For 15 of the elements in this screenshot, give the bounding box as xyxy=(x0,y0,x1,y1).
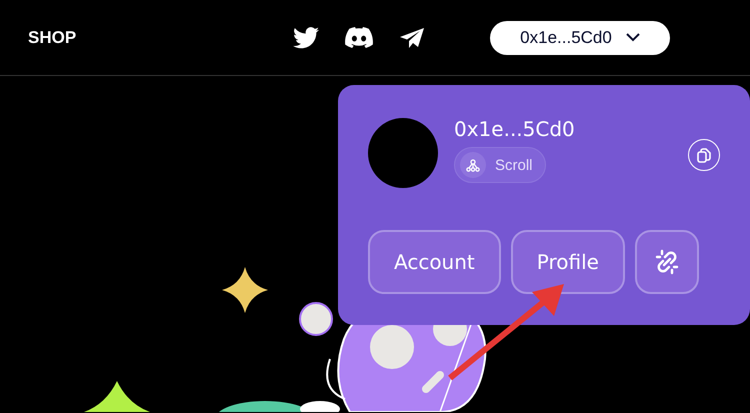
paper-plane-icon[interactable] xyxy=(399,26,425,48)
network-name: Scroll xyxy=(495,156,533,174)
broken-link-icon xyxy=(654,249,680,275)
wallet-button[interactable]: 0x1e...5Cd0 xyxy=(490,20,670,54)
network-nodes-icon xyxy=(466,158,480,172)
chevron-down-icon xyxy=(626,33,640,42)
twitter-bird-icon[interactable] xyxy=(293,26,319,48)
discord-icon[interactable] xyxy=(345,27,373,48)
disconnect-button[interactable] xyxy=(634,230,699,294)
copy-icon xyxy=(697,148,711,162)
copy-button[interactable] xyxy=(688,139,720,171)
profile-button[interactable]: Profile xyxy=(510,230,625,294)
account-button[interactable]: Account xyxy=(368,230,501,294)
wallet-address: 0x1e...5Cd0 xyxy=(454,117,576,141)
shop-logo[interactable]: SHOP xyxy=(28,28,293,48)
